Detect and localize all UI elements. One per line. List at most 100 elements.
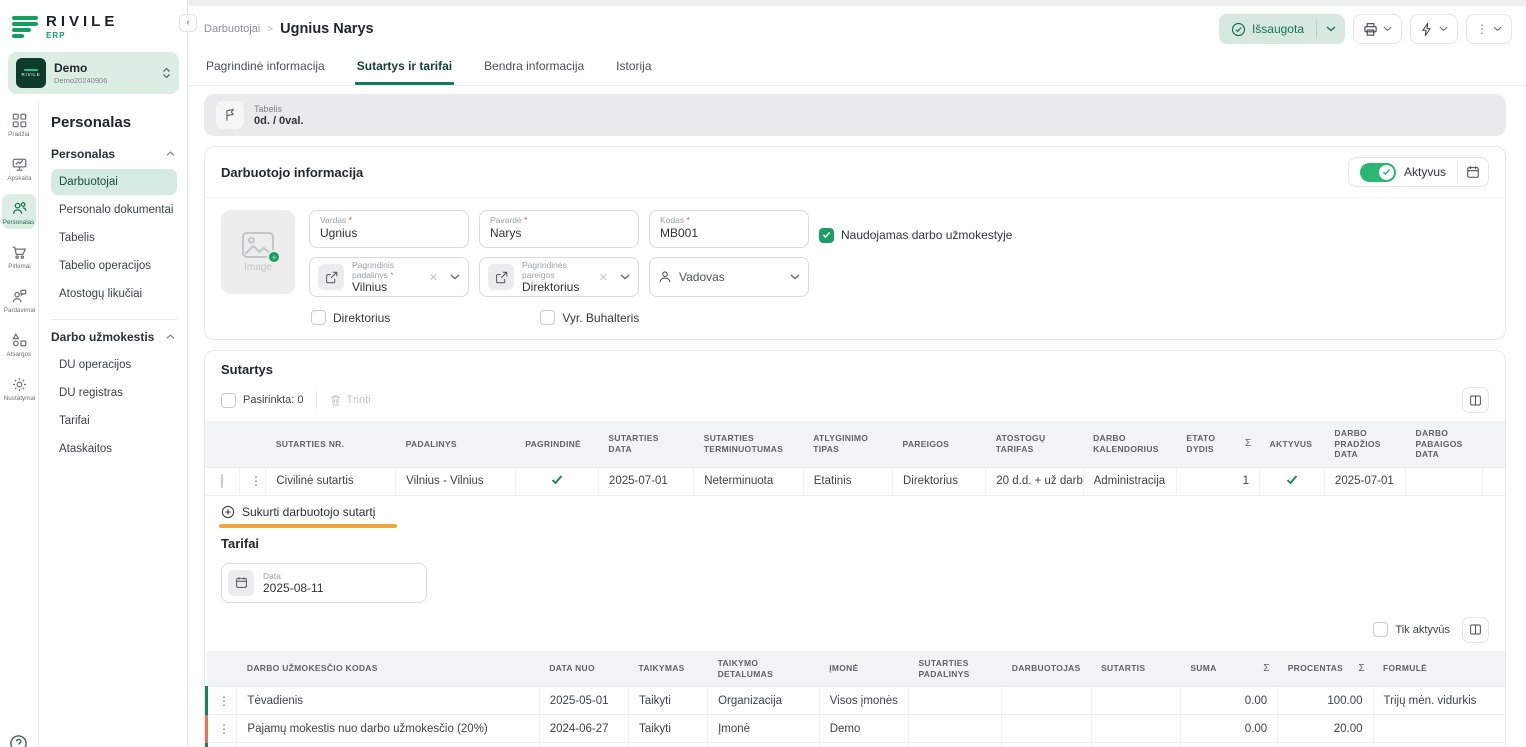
sidebar-item-ataskaitos[interactable]: Ataskaitos [51,436,177,462]
sidebar-item-du-registras[interactable]: DU registras [51,380,177,406]
pareigos-select[interactable]: Pagrindinės pareigos Direktorius ✕ [479,257,639,297]
rail-item-atsargos[interactable]: Atsargos [2,326,36,361]
active-toggle[interactable]: Aktyvus [1349,163,1457,182]
home-grid-icon [11,113,26,128]
actions-bolt-button[interactable] [1410,14,1458,44]
cell-terminuotumas: Neterminuota [694,467,804,495]
sidebar-item-darbuotojai[interactable]: Darbuotojai [51,169,177,195]
checkbox-icon[interactable] [540,310,555,325]
tab-sutartys-ir-tarifai[interactable]: Sutartys ir tarifai [355,52,454,85]
sidebar-item-personalo-dokumentai[interactable]: Personalo dokumentai [51,197,177,223]
padalinys-select[interactable]: Pagrindinis padalinys * Vilnius ✕ [309,257,469,297]
select-all-checkbox[interactable]: Pasirinkta: 0 [221,393,304,408]
cell-code[interactable]: Tėvadienis [237,687,539,715]
rail-item-personalas[interactable]: Personalas [2,194,36,229]
tarifai-row[interactable]: ⋮ Ligos pašalpa pirmos dvi (2) dienos 20… [207,743,1506,747]
naudojamas-checkbox[interactable]: Naudojamas darbo užmokestyje [819,228,1012,243]
row-checkbox[interactable] [221,474,223,488]
tabelis-label: Tabelis [254,104,304,114]
tarifai-date-field[interactable]: Data 2025-08-11 [221,563,427,603]
direktorius-checkbox[interactable]: Direktorius [311,310,390,325]
breadcrumb[interactable]: Darbuotojai [204,23,260,35]
cell-date-from: 2024-06-01 [539,743,628,747]
sidebar-item-tabelis[interactable]: Tabelis [51,225,177,251]
save-dropdown-button[interactable] [1317,14,1345,44]
tarifai-filter-row: Tik aktyvūs [205,617,1505,651]
row-menu-button[interactable]: ⋮ [207,743,237,747]
external-link-icon[interactable] [488,264,514,290]
checkbox-icon[interactable] [1373,622,1388,637]
sidebar-item-du-operacijos[interactable]: DU operacijos [51,352,177,378]
rail-item-nustatymai[interactable]: Nustatymai [2,370,36,405]
tab-bendra-informacija[interactable]: Bendra informacija [482,52,586,85]
clear-icon[interactable]: ✕ [599,271,608,284]
vadovas-select[interactable]: Vadovas [649,257,809,297]
save-button[interactable]: Išsaugota [1219,14,1345,44]
workspace-selector[interactable]: RIVILE Demo Demo20240906 [8,52,179,94]
menu-section-darbo-uzmokestis[interactable]: Darbo užmokestis [51,330,175,344]
create-contract-link[interactable]: Sukurti darbuotojo sutartį [205,496,1505,521]
sidebar-collapse-button[interactable]: ‹ [179,14,197,32]
toolbar-divider [316,391,317,409]
rail-item-apskaita[interactable]: Apskaita [2,150,36,185]
tik-aktyvus-checkbox[interactable]: Tik aktyvūs [1373,622,1450,637]
checkbox-checked-icon[interactable] [819,228,834,243]
checkbox-icon[interactable] [311,310,326,325]
help-icon[interactable] [9,734,28,747]
tarifai-row[interactable]: ⋮ Pajamų mokestis nuo darbo užmokesčio (… [207,715,1506,743]
left-body: Pradžia Apskaita Personalas Pirkimai Par… [0,102,187,747]
module-rail: Pradžia Apskaita Personalas Pirkimai Par… [0,102,38,747]
sales-person-icon [11,289,26,304]
rail-item-pardavimai[interactable]: Pardavimai [2,282,36,317]
tarifai-row[interactable]: ⋮ Tėvadienis 2025-05-01 Taikyti Organiza… [207,687,1506,715]
row-menu-button[interactable]: ⋮ [207,715,237,743]
sigma-icon[interactable]: Σ [1359,662,1365,675]
left-panel: RIVILE ERP RIVILE Demo Demo20240906 Prad… [0,0,188,747]
calendar-icon[interactable] [1458,158,1488,186]
photo-upload[interactable]: Image + [221,210,295,294]
vardas-field[interactable]: Vardas * Ugnius [309,210,469,248]
cell-code[interactable]: Ligos pašalpa pirmos dvi (2) dienos [237,743,539,747]
rivile-logo-icon [12,16,38,38]
sidebar-item-atostogu-likuciai[interactable]: Atostogų likučiai [51,281,177,307]
sigma-icon[interactable]: Σ [1245,438,1251,451]
sutartys-header-row: SUTARTIES NR. PADALINYS PAGRINDINĖ SUTAR… [205,421,1505,467]
cell-code[interactable]: Pajamų mokestis nuo darbo užmokesčio (20… [237,715,539,743]
column-settings-button[interactable] [1462,387,1489,413]
column-settings-button[interactable] [1462,617,1489,643]
sigma-icon[interactable]: Σ [1263,662,1269,675]
clear-icon[interactable]: ✕ [429,271,438,284]
sidebar-item-tabelio-operacijos[interactable]: Tabelio operacijos [51,253,177,279]
toggle-switch[interactable] [1360,163,1396,182]
active-control-group: Aktyvus [1348,157,1489,187]
cell-taikymas: Taikyti [628,687,707,715]
delete-button[interactable]: Trinti [329,394,371,407]
sutartys-row[interactable]: ⋮ Civilinė sutartis Vilnius - Vilnius 20… [205,467,1505,495]
external-link-icon[interactable] [318,264,344,290]
buhalteris-checkbox[interactable]: Vyr. Buhalteris [540,310,639,325]
chevron-down-icon[interactable] [790,274,800,280]
workspace-avatar: RIVILE [16,58,46,88]
cell-sutarties-nr[interactable]: Civilinė sutartis [266,467,396,495]
kodas-field[interactable]: Kodas * MB001 [649,210,809,248]
tab-istorija[interactable]: Istorija [614,52,653,85]
row-menu-button[interactable]: ⋮ [239,467,265,495]
menu-section-personalas[interactable]: Personalas [51,147,175,161]
row-menu-button[interactable]: ⋮ [207,687,237,715]
checkbox-icon[interactable] [221,393,236,408]
flag-icon[interactable] [216,101,244,129]
sidebar-item-tarifai[interactable]: Tarifai [51,408,177,434]
tab-pagrindine-informacija[interactable]: Pagrindinė informacija [204,52,327,85]
rail-item-pirkimai[interactable]: Pirkimai [2,238,36,273]
chevron-down-icon[interactable] [450,274,460,280]
cell-detalumas: Organizacija [708,743,820,747]
print-button[interactable] [1353,14,1402,44]
chevron-down-icon[interactable] [620,274,630,280]
more-menu-button[interactable]: ⋮ [1466,14,1512,44]
pavarde-field[interactable]: Pavardė * Narys [479,210,639,248]
rail-item-pradzia[interactable]: Pradžia [2,106,36,141]
cell-imone: Visos įmonės [819,743,908,747]
cell-kalendorius: Administracija [1083,467,1176,495]
page-title: Ugnius Narys [280,21,373,37]
workspace-name: Demo [54,61,107,75]
